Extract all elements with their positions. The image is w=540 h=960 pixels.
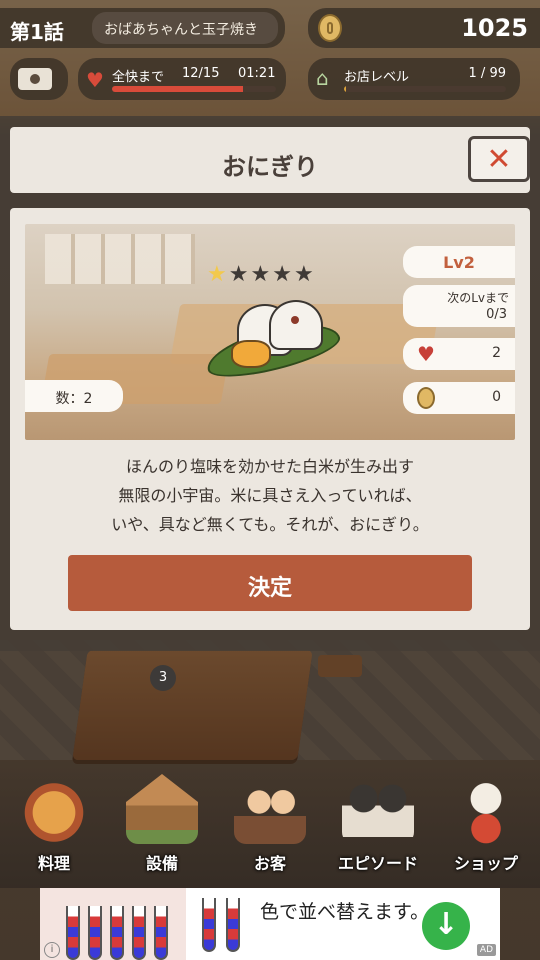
test-tube-icon bbox=[202, 898, 216, 952]
dish-rating: ★★★★★ bbox=[207, 262, 316, 287]
shop-level-progress-bar bbox=[344, 86, 506, 92]
dish-description: ほんのり塩味を効かせた白米が生み出す 無限の小宇宙。米に具さえ入っていれば、 い… bbox=[10, 452, 530, 539]
close-button[interactable]: ✕ bbox=[468, 136, 530, 182]
next-level-value: 0/3 bbox=[486, 307, 507, 322]
house-icon: ⌂ bbox=[316, 66, 329, 90]
nav-label: エピソード bbox=[337, 854, 418, 873]
nav-label: お客 bbox=[253, 854, 286, 873]
shoji-screen bbox=[45, 234, 195, 284]
nav-label: ショップ bbox=[453, 854, 518, 873]
star-empty-icon: ★ bbox=[272, 262, 294, 287]
film-camera-icon bbox=[342, 774, 414, 844]
coin-icon bbox=[417, 387, 435, 409]
lucky-cat-icon bbox=[450, 774, 522, 844]
bottom-nav: 料理 設備 お客 エピソード ショップ bbox=[0, 760, 540, 888]
test-tube-icon bbox=[154, 906, 168, 960]
nav-customers[interactable]: お客 bbox=[216, 760, 324, 886]
coin-value: 1025 bbox=[461, 14, 528, 42]
order-count-badge[interactable]: 3 bbox=[150, 665, 176, 691]
ad-label: AD bbox=[476, 944, 496, 956]
recovery-meter: ♥ 全快まで 12/15 01:21 bbox=[78, 58, 286, 100]
next-level-label: 次のLvまで bbox=[447, 291, 509, 305]
hearts-value: 2 bbox=[492, 345, 501, 361]
recovery-label: 全快まで bbox=[112, 70, 165, 85]
test-tube-icon bbox=[88, 906, 102, 960]
hearts-tag: ♥ 2 bbox=[403, 338, 515, 370]
info-icon[interactable]: i bbox=[44, 942, 60, 958]
heart-icon: ♥ bbox=[86, 68, 104, 92]
star-empty-icon: ★ bbox=[250, 262, 273, 287]
nav-equipment[interactable]: 設備 bbox=[108, 760, 216, 886]
quantity-value: 数：2 bbox=[55, 391, 93, 407]
heart-icon: ♥ bbox=[417, 342, 435, 366]
recovery-progress-fill bbox=[112, 86, 244, 92]
rice-ball bbox=[269, 300, 323, 350]
modal-title: おにぎり bbox=[222, 153, 318, 181]
shop-level-count: 1 / 99 bbox=[468, 66, 506, 81]
recovery-count: 12/15 bbox=[182, 66, 220, 81]
recovery-progress-bar bbox=[112, 86, 276, 92]
umeboshi bbox=[291, 316, 299, 324]
description-line: 無限の小宇宙。米に具さえ入っていれば、 bbox=[118, 486, 422, 505]
episode-number: 第1話 bbox=[10, 20, 64, 44]
ad-thumbnail: i bbox=[40, 888, 186, 960]
coins-tag: 0 bbox=[403, 382, 515, 414]
test-tube-icon bbox=[226, 898, 240, 952]
next-level-tag: 次のLvまで 0/3 bbox=[403, 285, 515, 327]
description-line: いや、具など無くても。それが、おにぎり。 bbox=[111, 515, 429, 534]
description-line: ほんのり塩味を効かせた白米が生み出す bbox=[125, 457, 414, 476]
onigiri-illustration bbox=[202, 300, 344, 386]
coin-counter: 1025 bbox=[308, 8, 540, 48]
level-tag: Lv2 bbox=[403, 246, 515, 278]
shop-level-meter: ⌂ お店レベル 1 / 99 bbox=[308, 58, 520, 100]
quantity-tag: 数：2 bbox=[25, 380, 123, 412]
camera-lens-icon bbox=[28, 72, 42, 86]
episode-title: おばあちゃんと玉子焼き bbox=[104, 22, 258, 38]
star-empty-icon: ★ bbox=[228, 262, 251, 287]
camera-button[interactable] bbox=[10, 58, 68, 100]
coins-value: 0 bbox=[492, 389, 501, 405]
shop-level-label: お店レベル bbox=[344, 70, 410, 85]
cooking-pot-icon bbox=[18, 774, 90, 844]
customers-icon bbox=[234, 774, 306, 844]
pickled-radish bbox=[231, 340, 271, 368]
episode-banner[interactable]: 第1話 おばあちゃんと玉子焼き bbox=[0, 8, 285, 48]
confirm-label: 決定 bbox=[247, 576, 292, 601]
nav-cooking[interactable]: 料理 bbox=[0, 760, 108, 886]
modal-title-bar: おにぎり bbox=[10, 127, 530, 193]
confirm-button[interactable]: 決定 bbox=[68, 555, 472, 611]
close-icon: ✕ bbox=[486, 142, 512, 177]
test-tube-icon bbox=[66, 906, 80, 960]
test-tube-icon bbox=[110, 906, 124, 960]
nav-episode[interactable]: エピソード bbox=[324, 760, 432, 886]
star-filled-icon: ★ bbox=[207, 262, 229, 287]
shop-level-progress-fill bbox=[344, 86, 346, 92]
star-empty-icon: ★ bbox=[293, 262, 316, 287]
ad-banner[interactable]: i 色で並べ替えます。 ↓ AD bbox=[40, 888, 500, 960]
download-arrow-icon[interactable]: ↓ bbox=[422, 902, 470, 950]
ad-tubes bbox=[200, 898, 250, 958]
nav-shop[interactable]: ショップ bbox=[432, 760, 540, 886]
coin-icon bbox=[318, 14, 342, 42]
building-icon bbox=[126, 774, 198, 844]
recovery-timer: 01:21 bbox=[238, 66, 276, 81]
test-tube-icon bbox=[132, 906, 146, 960]
nav-label: 設備 bbox=[145, 854, 178, 873]
nav-label: 料理 bbox=[37, 854, 70, 873]
level-value: Lv2 bbox=[443, 253, 475, 272]
